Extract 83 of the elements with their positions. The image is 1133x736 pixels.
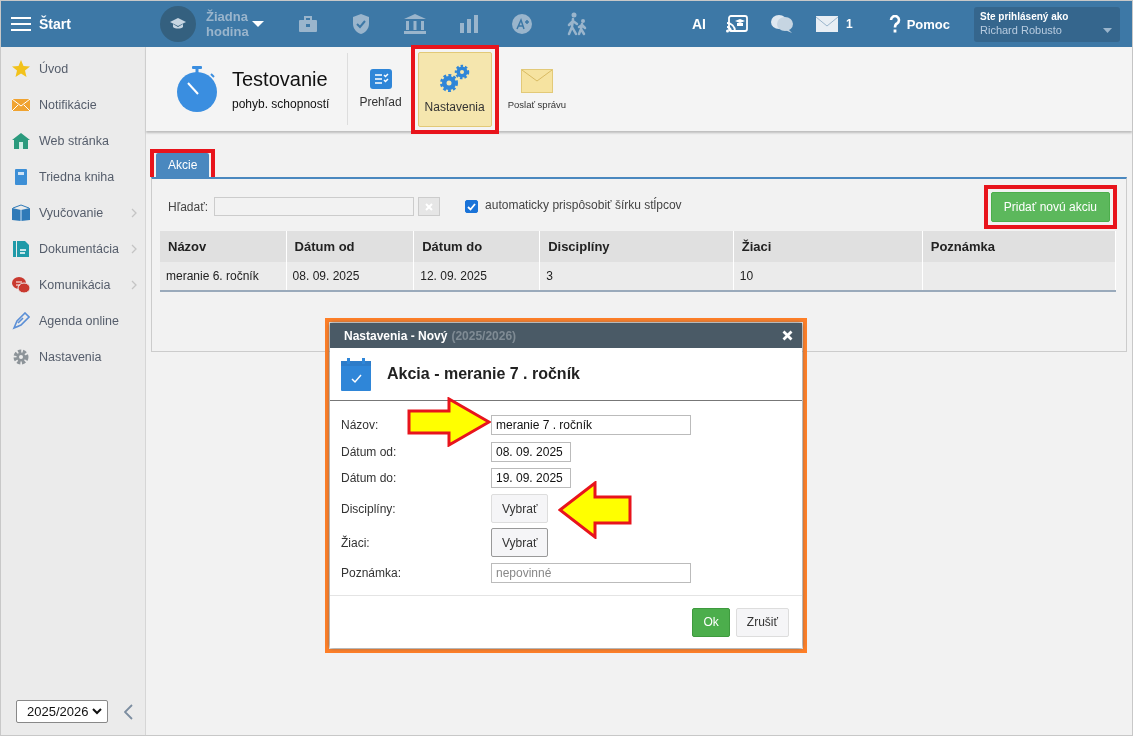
- ai-button[interactable]: AI: [691, 16, 706, 32]
- calendar-icon: [341, 357, 371, 391]
- gear-icon: [12, 348, 30, 366]
- briefcase-icon[interactable]: [298, 15, 318, 33]
- input-field[interactable]: nepovinné: [491, 562, 691, 583]
- column-header[interactable]: Dátum do: [413, 231, 540, 262]
- column-header[interactable]: Disciplíny: [539, 231, 734, 262]
- module-title: Testovanie: [232, 67, 329, 91]
- checkbox-label: automaticky prispôsobiť šírku stĺpcov: [485, 198, 682, 212]
- table-cell: 08. 09. 2025: [286, 262, 414, 291]
- toolbar-button[interactable]: Nastavenia: [417, 51, 492, 127]
- select-button[interactable]: Vybrať: [491, 494, 549, 523]
- field-label: Poznámka:: [341, 565, 403, 580]
- pen-icon: [12, 312, 30, 330]
- cast-icon[interactable]: [725, 15, 748, 33]
- sidebar-item[interactable]: Vyučovanie: [1, 195, 145, 231]
- menu-icon[interactable]: [11, 16, 31, 32]
- table-cell: meranie 6. ročník: [160, 262, 287, 291]
- sidebar-item[interactable]: Nastavenia: [1, 339, 145, 375]
- user-menu[interactable]: Ste prihlásený ako Richard Robusto: [974, 6, 1120, 42]
- chevron-down-icon: [92, 708, 102, 715]
- sidebar-item[interactable]: Notifikácie: [1, 87, 145, 123]
- bar-chart-icon[interactable]: [460, 15, 478, 33]
- start-label[interactable]: Štart: [39, 16, 71, 32]
- sidebar-item[interactable]: Agenda online: [1, 303, 145, 339]
- table-cell: 12. 09. 2025: [413, 262, 540, 291]
- checklist-icon: [369, 69, 392, 89]
- search-field[interactable]: [214, 197, 415, 216]
- house-icon: [12, 132, 30, 150]
- help-icon[interactable]: [888, 15, 901, 33]
- dialog-heading: Akcia - meranie 7 . ročník: [387, 365, 580, 383]
- notebook-icon: [12, 168, 30, 186]
- field-label: Dátum od:: [341, 444, 398, 459]
- date-field[interactable]: 08. 09. 2025: [491, 441, 571, 462]
- sidebar-item[interactable]: Dokumentácia: [1, 231, 145, 267]
- table-cell: 10: [733, 262, 923, 291]
- field-label: Disciplíny:: [341, 501, 397, 516]
- field-label: Názov:: [341, 418, 380, 433]
- close-icon[interactable]: [782, 330, 793, 341]
- field-label: Dátum do:: [341, 471, 398, 486]
- sidebar-item[interactable]: Úvod: [1, 51, 145, 87]
- collapse-chevron-icon[interactable]: [124, 703, 133, 720]
- dialog-title: Nastavenia - Nový: [344, 328, 448, 343]
- tab[interactable]: Akcie: [156, 153, 210, 177]
- search-label: Hľadať:: [168, 199, 209, 214]
- document-icon: [12, 240, 30, 258]
- help-link[interactable]: Pomoc: [906, 16, 950, 32]
- star-icon: [12, 60, 30, 78]
- caret-icon[interactable]: [252, 20, 264, 28]
- grade-icon[interactable]: [512, 14, 532, 34]
- envelope-icon: [520, 68, 553, 93]
- gears-icon: [437, 64, 472, 94]
- select-button[interactable]: Vybrať: [491, 528, 549, 557]
- chat-icon[interactable]: [769, 14, 794, 34]
- cancel-button[interactable]: Zrušiť: [735, 607, 789, 637]
- open-book-icon: [12, 204, 30, 222]
- hikers-icon[interactable]: [566, 12, 588, 36]
- checkbox[interactable]: [465, 200, 479, 213]
- toolbar-button[interactable]: Prehľad: [354, 51, 407, 127]
- column-header[interactable]: Názov: [160, 231, 287, 262]
- year-select[interactable]: 2025/2026: [16, 700, 108, 723]
- caret-icon: [1103, 27, 1112, 34]
- column-header[interactable]: Žiaci: [733, 231, 923, 262]
- stopwatch-icon: [175, 65, 219, 113]
- toolbar-button[interactable]: Poslať správu: [502, 51, 572, 127]
- input-field[interactable]: meranie 7 . ročník: [491, 415, 691, 436]
- envelope-icon: [12, 96, 30, 114]
- bank-icon[interactable]: [404, 14, 426, 34]
- close-icon: [425, 202, 434, 211]
- graduation-cap-icon[interactable]: [160, 6, 196, 42]
- column-header[interactable]: Poznámka: [922, 231, 1116, 262]
- sidebar-item[interactable]: Komunikácia: [1, 267, 145, 303]
- date-field[interactable]: 19. 09. 2025: [491, 468, 571, 489]
- shield-icon[interactable]: [352, 13, 370, 35]
- module-subtitle: pohyb. schopností: [232, 96, 330, 111]
- table-cell: 3: [539, 262, 734, 291]
- mail-icon[interactable]: [815, 16, 838, 32]
- sidebar-item[interactable]: Web stránka: [1, 123, 145, 159]
- sidebar-item[interactable]: Triedna kniha: [1, 159, 145, 195]
- mail-count: 1: [845, 17, 853, 31]
- speech-bubbles-icon: [12, 276, 30, 294]
- field-label: Žiaci:: [341, 535, 371, 550]
- column-header[interactable]: Dátum od: [286, 231, 414, 262]
